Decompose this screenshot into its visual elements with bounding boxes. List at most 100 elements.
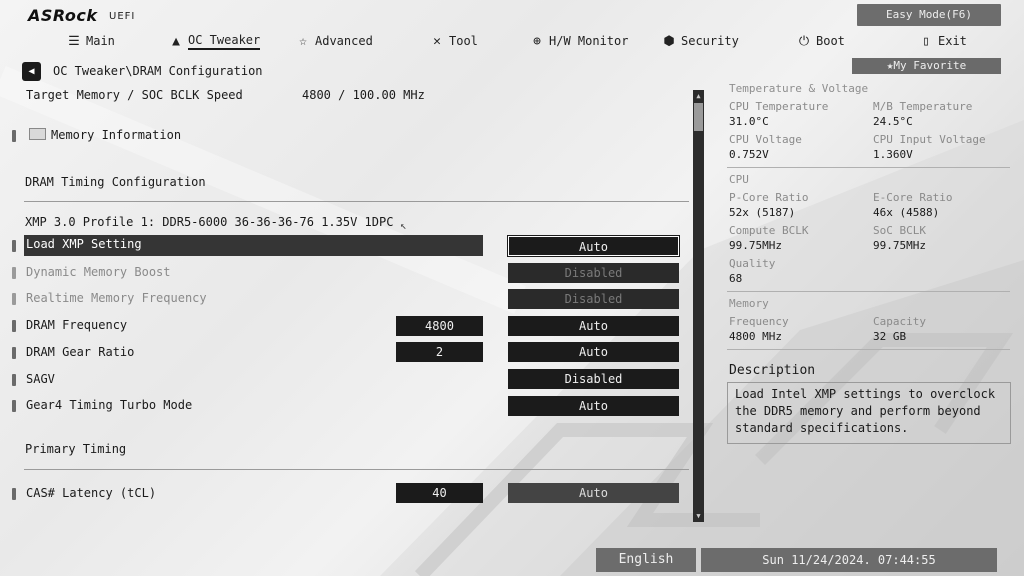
realtime-memory-frequency-label: Realtime Memory Frequency (26, 291, 207, 305)
sagv-label[interactable]: SAGV (26, 372, 55, 386)
dram-frequency-label[interactable]: DRAM Frequency (26, 318, 127, 332)
divider (727, 291, 1010, 292)
tab-boot[interactable]: ⏻ Boot (796, 31, 845, 51)
item-marker (12, 130, 16, 142)
star-icon: ☆ (299, 33, 307, 49)
cas-latency-current: 40 (396, 483, 483, 503)
dram-gear-ratio-current: 2 (396, 342, 483, 362)
item-marker (12, 293, 16, 305)
tab-oc-tweaker[interactable]: ▲ OC Tweaker (168, 31, 261, 51)
mb-temperature-label: M/B Temperature (873, 100, 973, 113)
item-marker (12, 240, 16, 252)
cpu-temperature-label: CPU Temperature (729, 100, 829, 113)
dynamic-memory-boost-value: Disabled (508, 263, 679, 283)
dynamic-memory-boost-label: Dynamic Memory Boost (26, 265, 171, 279)
e-core-ratio-label: E-Core Ratio (873, 191, 953, 204)
p-core-ratio-value: 52x (5187) (729, 206, 796, 219)
tools-icon: ✕ (433, 33, 441, 49)
description-box: Load Intel XMP settings to overclock the… (727, 382, 1011, 444)
tab-hw-monitor[interactable]: ⊕ H/W Monitor (529, 31, 628, 51)
target-speed-value: 4800 / 100.00 MHz (302, 88, 425, 102)
item-marker (12, 488, 16, 500)
cpu-temperature-value: 31.0°C (729, 115, 769, 128)
scroll-down-arrow-icon[interactable]: ▼ (693, 511, 704, 522)
item-marker (12, 374, 16, 386)
power-icon: ⏻ (798, 33, 810, 49)
soc-bclk-value: 99.75MHz (873, 239, 926, 252)
tab-exit[interactable]: ▯ Exit (918, 31, 967, 51)
cpu-input-voltage-label: CPU Input Voltage (873, 133, 986, 146)
gear4-timing-turbo-value[interactable]: Auto (508, 396, 679, 416)
description-line: standard specifications. (735, 421, 909, 435)
cpu-heading: CPU (729, 173, 749, 186)
description-line: Load Intel XMP settings to overclock (735, 387, 996, 401)
memory-heading: Memory (729, 297, 769, 310)
cas-latency-label[interactable]: CAS# Latency (tCL) (26, 486, 156, 500)
soc-bclk-label: SoC BCLK (873, 224, 926, 237)
rocket-icon: ▲ (172, 33, 180, 49)
compute-bclk-value: 99.75MHz (729, 239, 782, 252)
quality-value: 68 (729, 272, 743, 285)
dram-timing-heading: DRAM Timing Configuration (25, 175, 206, 189)
item-marker (12, 267, 16, 279)
item-marker (12, 320, 16, 332)
tab-tool[interactable]: ✕ Tool (429, 31, 478, 51)
compute-bclk-label: Compute BCLK (729, 224, 809, 237)
tab-security[interactable]: ⬢ Security (661, 31, 738, 51)
divider (24, 469, 689, 470)
sagv-value[interactable]: Disabled (508, 369, 679, 389)
breadcrumb: OC Tweaker\DRAM Configuration (53, 64, 263, 78)
primary-timing-heading: Primary Timing (25, 442, 127, 456)
dram-frequency-value[interactable]: Auto (508, 316, 679, 336)
mb-temperature-value: 24.5°C (873, 115, 913, 128)
description-line: the DDR5 memory and perform beyond (735, 404, 981, 418)
quality-label: Quality (729, 257, 776, 270)
memory-capacity-label: Capacity (873, 315, 926, 328)
shield-icon: ⬢ (663, 33, 675, 49)
arrow-left-icon: ◀ (28, 66, 35, 77)
cpu-input-voltage-value: 1.360V (873, 148, 913, 161)
e-core-ratio-value: 46x (4588) (873, 206, 940, 219)
xmp-profile-info: XMP 3.0 Profile 1: DDR5-6000 36-36-36-76… (25, 215, 394, 229)
divider (727, 167, 1010, 168)
memory-frequency-label: Frequency (729, 315, 789, 328)
setting-row-load-xmp[interactable]: Load XMP Setting (24, 235, 483, 256)
memory-capacity-value: 32 GB (873, 330, 907, 343)
scrollbar[interactable] (693, 90, 704, 522)
temp-voltage-heading: Temperature & Voltage (729, 82, 869, 95)
list-icon: ☰ (68, 33, 80, 49)
scrollbar-thumb[interactable] (694, 103, 703, 131)
uefi-label: UEFI (109, 11, 136, 22)
back-button[interactable]: ◀ (22, 62, 41, 81)
item-marker (12, 347, 16, 359)
divider (24, 201, 689, 202)
memory-chip-icon (29, 128, 46, 140)
memory-frequency-value: 4800 MHz (729, 330, 782, 343)
load-xmp-value[interactable]: Auto (508, 236, 679, 256)
item-marker (12, 400, 16, 412)
easy-mode-button[interactable]: Easy Mode(F6) (857, 4, 1001, 26)
crosshair-icon: ⊕ (533, 33, 541, 49)
datetime-display[interactable]: Sun 11/24/2024. 07:44:55 (701, 548, 997, 572)
description-heading: Description (729, 363, 816, 378)
dram-gear-ratio-value[interactable]: Auto (508, 342, 679, 362)
mouse-cursor-icon: ↖ (400, 219, 407, 232)
dram-gear-ratio-label[interactable]: DRAM Gear Ratio (26, 345, 134, 359)
exit-door-icon: ▯ (922, 33, 930, 49)
scroll-up-arrow-icon[interactable]: ▲ (693, 91, 704, 102)
realtime-memory-frequency-value: Disabled (508, 289, 679, 309)
tab-main[interactable]: ☰ Main (66, 31, 115, 51)
tab-advanced[interactable]: ☆ Advanced (295, 31, 373, 51)
divider (727, 349, 1010, 350)
target-speed-label: Target Memory / SOC BCLK Speed (26, 88, 243, 102)
cpu-voltage-label: CPU Voltage (729, 133, 802, 146)
p-core-ratio-label: P-Core Ratio (729, 191, 809, 204)
cpu-voltage-value: 0.752V (729, 148, 769, 161)
cas-latency-value[interactable]: Auto (508, 483, 679, 503)
language-button[interactable]: English (596, 548, 696, 572)
asrock-logo: ASRock (28, 6, 98, 25)
my-favorite-button[interactable]: ★My Favorite (852, 58, 1001, 74)
gear4-timing-turbo-label[interactable]: Gear4 Timing Turbo Mode (26, 398, 192, 412)
dram-frequency-current: 4800 (396, 316, 483, 336)
memory-information-link[interactable]: Memory Information (51, 128, 181, 142)
